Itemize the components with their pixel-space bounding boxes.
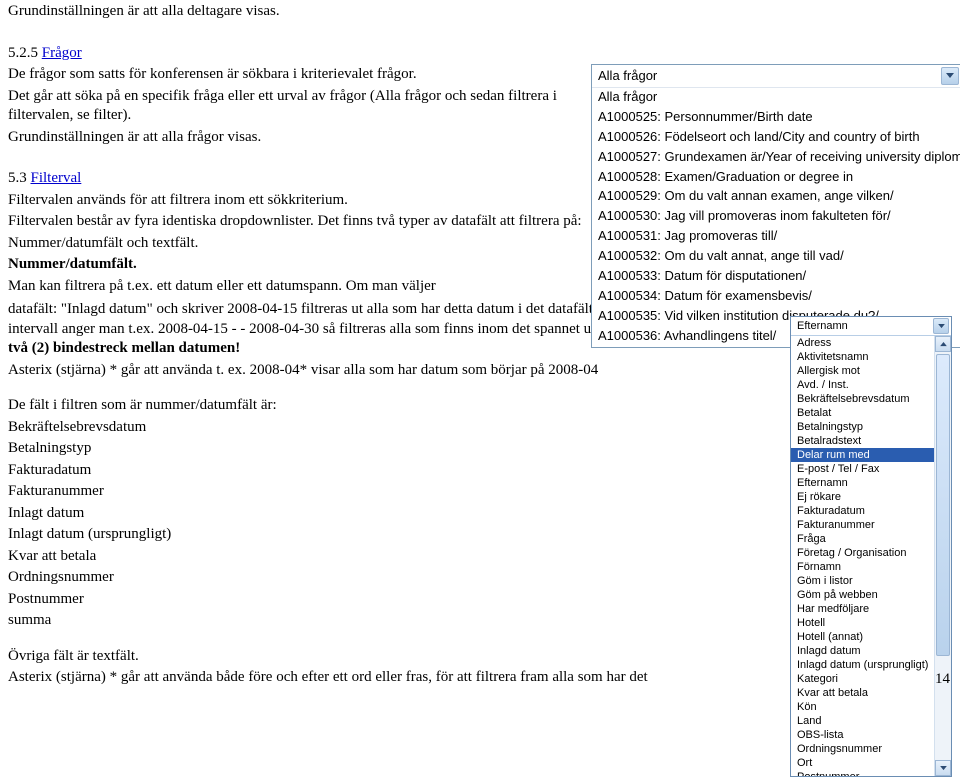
fragor-dropdown-value: Alla frågor [598,68,657,85]
sec525-p3: Grundinställningen är att alla frågor vi… [8,128,588,148]
listbox-option[interactable]: Göm i listor [791,574,935,588]
sec525-p1: De frågor som satts för konferensen är s… [8,65,588,85]
scroll-down-icon[interactable] [935,760,951,776]
list-item: Kvar att betala [8,547,788,567]
listbox-option[interactable]: Förnamn [791,560,935,574]
sec53-p2: Filtervalen består av fyra identiska dro… [8,212,588,232]
fragor-dropdown[interactable]: Alla frågor Alla frågorA1000525: Personn… [591,64,960,348]
heading-number: 5.2.5 [8,45,42,61]
dropdown-option[interactable]: A1000534: Datum för examensbevis/ [592,287,960,307]
listbox-option[interactable]: Ort [791,756,935,770]
list-item: Inlagt datum [8,504,788,524]
sec53-p4: Man kan filtrera på t.ex. ett datum elle… [8,277,588,297]
dropdown-option[interactable]: A1000527: Grundexamen är/Year of receivi… [592,148,960,168]
listbox-option[interactable]: Adress [791,336,935,350]
dropdown-option[interactable]: A1000525: Personnummer/Birth date [592,108,960,128]
listbox-option[interactable]: Delar rum med [791,448,935,462]
dropdown-option[interactable]: A1000530: Jag vill promoveras inom fakul… [592,207,960,227]
listbox-option[interactable]: Bekräftelsebrevsdatum [791,392,935,406]
list-item: Fakturanummer [8,482,788,502]
listbox-option[interactable]: Allergisk mot [791,364,935,378]
intro-line: Grundinställningen är att alla deltagare… [8,2,588,22]
listbox-option[interactable]: Hotell (annat) [791,630,935,644]
dropdown-option[interactable]: Alla frågor [592,88,960,108]
list-item: Inlagt datum (ursprungligt) [8,525,788,545]
listbox-option[interactable]: Inlagd datum (ursprungligt) [791,658,935,672]
heading-link-fragor[interactable]: Frågor [42,45,82,61]
asterix-text: Asterix (stjärna) * går att använda både… [8,668,788,688]
other-text: Övriga fält är textfält. [8,647,788,667]
listbox-option[interactable]: Göm på webben [791,588,935,602]
dropdown-option[interactable]: A1000526: Födelseort och land/City and c… [592,128,960,148]
dropdown-option[interactable]: A1000529: Om du valt annan examen, ange … [592,187,960,207]
listbox-option[interactable]: Land [791,714,935,728]
listbox-option[interactable]: Kön [791,700,935,714]
sec525-p2: Det går att söka på en specifik fråga el… [8,87,588,126]
dropdown-option[interactable]: A1000528: Examen/Graduation or degree in [592,168,960,188]
filter-field-dropdown[interactable]: Efternamn AdressAktivitetsnamnAllergisk … [790,316,952,777]
listbox-option[interactable]: Fråga [791,532,935,546]
dropdown-option[interactable]: A1000532: Om du valt annat, ange till va… [592,247,960,267]
listbox-option[interactable]: Aktivitetsnamn [791,350,935,364]
list-item: Betalningstyp [8,439,788,459]
list-item: Bekräftelsebrevsdatum [8,418,788,438]
list-item: Postnummer [8,590,788,610]
scroll-up-icon[interactable] [935,336,951,352]
list-item: summa [8,611,788,631]
sec-525-heading: 5.2.5 Frågor [8,44,588,64]
listbox-option[interactable]: OBS-lista [791,728,935,742]
scrollbar[interactable] [934,336,951,776]
listbox-option[interactable]: Betalradstext [791,434,935,448]
heading-link-filterval[interactable]: Filterval [31,170,82,186]
scroll-thumb[interactable] [936,354,950,656]
list-item: Ordningsnummer [8,568,788,588]
listbox-option[interactable]: Kvar att betala [791,686,935,700]
listbox-option[interactable]: Företag / Organisation [791,546,935,560]
sec53-p6: Asterix (stjärna) * går att använda t. e… [8,361,788,381]
sec53-p3: Nummer/datumfält och textfält. [8,234,588,254]
dropdown-option[interactable]: A1000533: Datum för disputationen/ [592,267,960,287]
list-intro: De fält i filtren som är nummer/datumfäl… [8,396,788,416]
listbox-option[interactable]: Fakturanummer [791,518,935,532]
sec53-numdat-label: Nummer/datumfält. [8,255,588,275]
listbox-option[interactable]: Avd. / Inst. [791,378,935,392]
page-number: 14 [935,670,950,690]
sec-53-heading: 5.3 Filterval [8,169,588,189]
listbox-option[interactable]: Betalat [791,406,935,420]
list-item: Fakturadatum [8,461,788,481]
listbox-option[interactable]: Har medföljare [791,602,935,616]
filter-field-value: Efternamn [797,319,848,333]
listbox-option[interactable]: Ordningsnummer [791,742,935,756]
chevron-down-icon[interactable] [941,67,959,85]
heading-number-53: 5.3 [8,170,31,186]
listbox-option[interactable]: Efternamn [791,476,935,490]
dropdown-option[interactable]: A1000531: Jag promoveras till/ [592,227,960,247]
listbox-option[interactable]: Ej rökare [791,490,935,504]
listbox-option[interactable]: Hotell [791,616,935,630]
listbox-option[interactable]: Betalningstyp [791,420,935,434]
sec53-p1: Filtervalen används för att filtrera ino… [8,191,588,211]
listbox-option[interactable]: Kategori [791,672,935,686]
chevron-down-icon[interactable] [933,318,949,334]
listbox-option[interactable]: Fakturadatum [791,504,935,518]
listbox-option[interactable]: E-post / Tel / Fax [791,462,935,476]
listbox-option[interactable]: Inlagd datum [791,644,935,658]
